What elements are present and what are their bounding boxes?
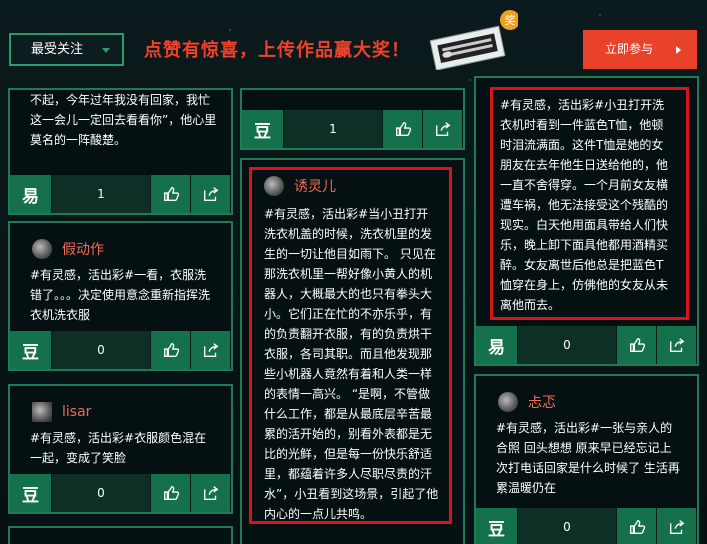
share-icon <box>203 486 218 500</box>
card-action-bar: 豆 0 <box>476 508 697 544</box>
join-label: 立即参与 <box>605 42 654 56</box>
prize-cutlery-set-image: 奖 <box>429 10 518 70</box>
brand-logo-icon: 豆 <box>242 110 284 148</box>
username[interactable]: lisar <box>62 404 91 420</box>
brand-logo-icon: 易 <box>476 326 518 364</box>
like-button[interactable] <box>383 110 423 148</box>
thumbs-up-icon <box>163 486 179 500</box>
share-button[interactable] <box>191 331 231 369</box>
card-action-bar: 豆 1 <box>242 110 463 148</box>
thumbs-up-icon <box>629 338 645 352</box>
like-count: 0 <box>518 508 617 544</box>
share-icon <box>203 343 218 357</box>
card-text: #有灵感，活出彩#衣服颜色混在一起，变成了笑脸 <box>30 431 207 465</box>
share-icon <box>203 187 218 201</box>
thumbs-up-icon <box>163 187 179 201</box>
like-count: 1 <box>52 175 151 213</box>
brand-logo-icon: 豆 <box>10 331 52 369</box>
join-button[interactable]: 立即参与 <box>583 30 697 69</box>
card-action-bar: 豆 0 <box>10 331 231 369</box>
share-button[interactable] <box>191 175 231 213</box>
avatar[interactable] <box>264 176 284 196</box>
thumbs-up-icon <box>163 343 179 357</box>
work-card: 豆 1 <box>240 88 465 150</box>
card-text: 不起，今年过年我没有回家，我忙这一会儿一定回去看看你”，他心里莫名的一阵酸楚。 <box>30 93 217 147</box>
work-card: 忐忑 #有灵感，活出彩#一张与亲人的合照 回头想想 原来早已经忘记上次打电话回家… <box>474 374 699 544</box>
share-button[interactable] <box>191 474 231 512</box>
card-user[interactable]: 忐忑 <box>498 392 556 412</box>
card-user[interactable]: 诱灵儿 <box>264 176 336 196</box>
card-text: #有灵感，活出彩#当小丑打开洗衣机盖的时候，洗衣机里的发生的一切让他目如雨下。 … <box>264 207 439 521</box>
like-button[interactable] <box>617 508 657 544</box>
like-count: 0 <box>52 474 151 512</box>
card-action-bar: 易 0 <box>476 326 697 364</box>
share-icon <box>435 122 450 136</box>
chevron-down-icon <box>102 48 110 53</box>
like-count: 1 <box>284 110 383 148</box>
brand-logo-icon: 豆 <box>476 508 518 544</box>
arrow-right-icon <box>676 46 681 54</box>
work-card: #有灵感，活出彩#小丑打开洗衣机时看到一件蓝色T恤，他顿时泪流满面。这件T恤是她… <box>474 76 699 366</box>
username[interactable]: 诱灵儿 <box>294 176 336 196</box>
sort-dropdown[interactable]: 最受关注 <box>9 33 124 66</box>
like-button[interactable] <box>151 175 191 213</box>
card-action-bar: 豆 0 <box>10 474 231 512</box>
work-card: 诱灵儿 #有灵感，活出彩#当小丑打开洗衣机盖的时候，洗衣机里的发生的一切让他目如… <box>240 158 465 544</box>
promo-banner-text: 点赞有惊喜，上传作品赢大奖！ <box>144 40 410 61</box>
thumbs-up-icon <box>395 122 411 136</box>
share-button[interactable] <box>423 110 463 148</box>
brand-logo-icon: 易 <box>10 175 52 213</box>
top-bar: 最受关注 点赞有惊喜，上传作品赢大奖！ 奖 立即参与 <box>0 0 707 88</box>
avatar[interactable] <box>498 392 518 412</box>
like-button[interactable] <box>151 331 191 369</box>
share-button[interactable] <box>657 326 697 364</box>
brand-logo-icon: 豆 <box>10 474 52 512</box>
thumbs-up-icon <box>629 520 645 534</box>
share-icon <box>669 338 684 352</box>
username[interactable]: 忐忑 <box>528 392 556 412</box>
work-card: 假动作 #有灵感，活出彩#一看，衣服洗错了。。。决定使用意念重新指挥洗衣机洗衣服… <box>8 221 233 371</box>
sort-label: 最受关注 <box>31 42 84 57</box>
work-card <box>8 526 233 544</box>
share-button[interactable] <box>657 508 697 544</box>
like-button[interactable] <box>617 326 657 364</box>
card-text: #有灵感，活出彩#一张与亲人的合照 回头想想 原来早已经忘记上次打电话回家是什么… <box>496 421 680 495</box>
work-card: lisar #有灵感，活出彩#衣服颜色混在一起，变成了笑脸 豆 0 <box>8 384 233 514</box>
card-text: #有灵感，活出彩#小丑打开洗衣机时看到一件蓝色T恤，他顿时泪流满面。这件T恤是她… <box>500 98 669 312</box>
card-user[interactable]: lisar <box>32 402 91 422</box>
avatar[interactable] <box>32 239 52 259</box>
card-user[interactable]: 假动作 <box>32 239 104 259</box>
like-count: 0 <box>52 331 151 369</box>
like-count: 0 <box>518 326 617 364</box>
username[interactable]: 假动作 <box>62 239 104 259</box>
share-icon <box>669 520 684 534</box>
avatar[interactable] <box>32 402 52 422</box>
prize-badge: 奖 <box>505 13 516 27</box>
card-action-bar: 易 1 <box>10 175 231 213</box>
work-card: 不起，今年过年我没有回家，我忙这一会儿一定回去看看你”，他心里莫名的一阵酸楚。 … <box>8 88 233 215</box>
card-text: #有灵感，活出彩#一看，衣服洗错了。。。决定使用意念重新指挥洗衣机洗衣服 <box>30 268 211 322</box>
like-button[interactable] <box>151 474 191 512</box>
